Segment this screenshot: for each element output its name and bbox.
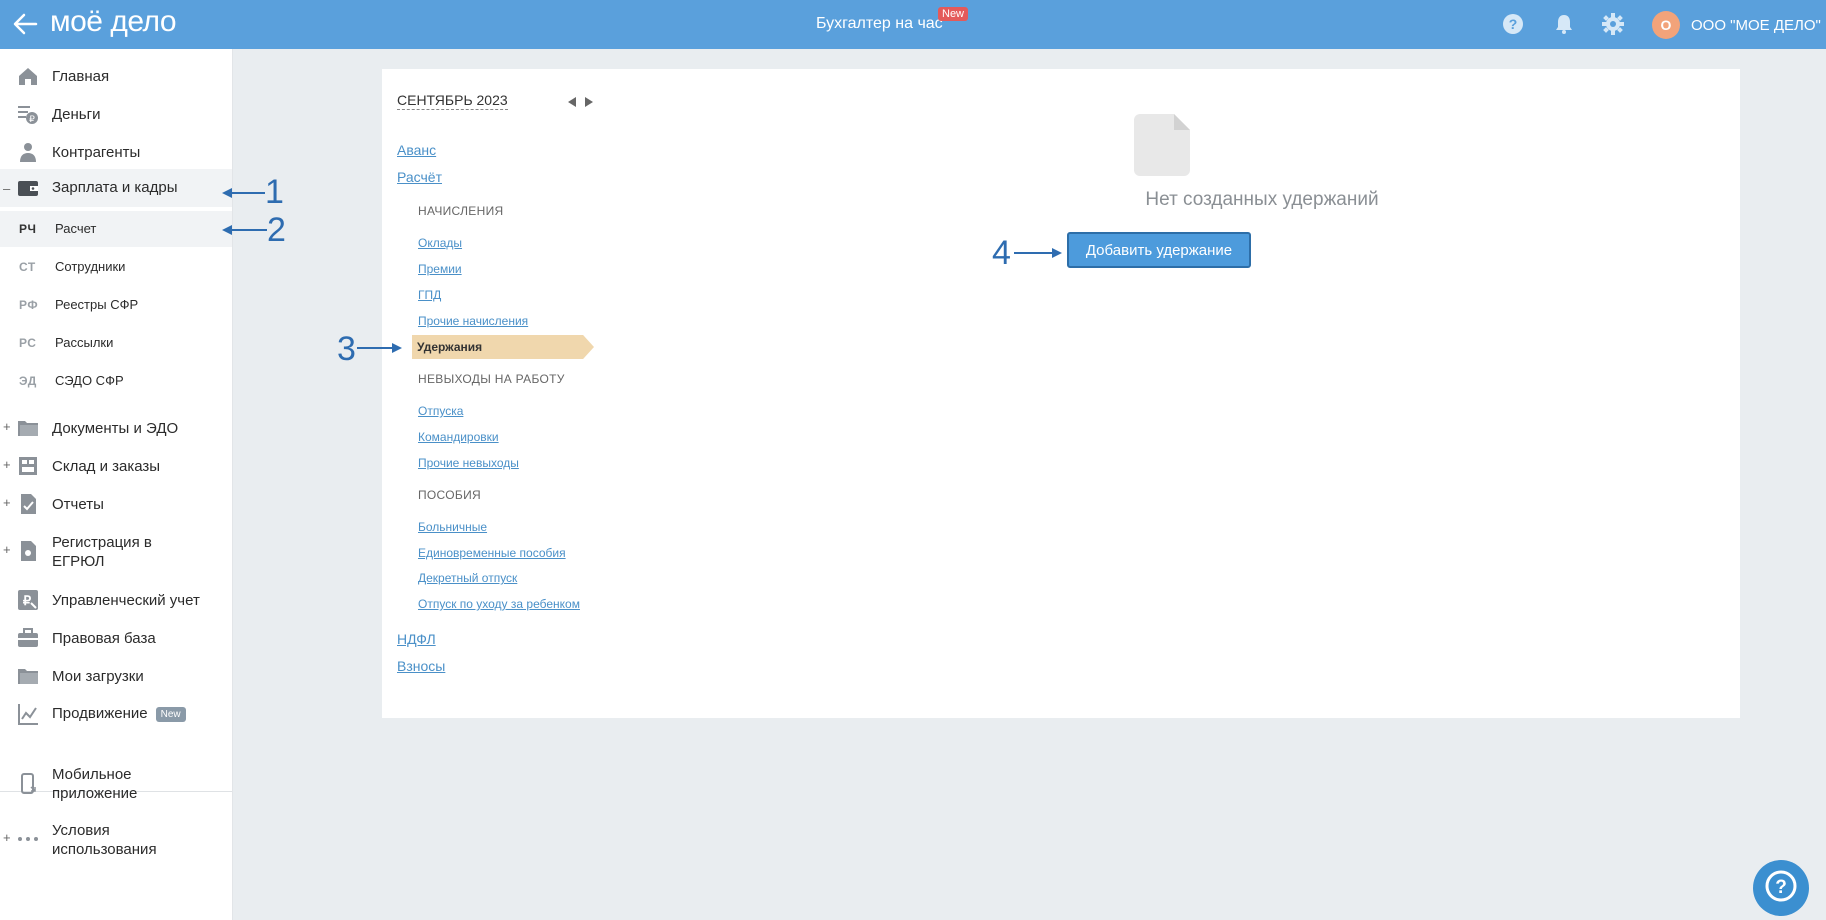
svg-text:?: ? — [1775, 877, 1787, 898]
help-chat-button[interactable]: ? — [1753, 860, 1809, 916]
annotation-arrows — [222, 188, 1062, 353]
question-icon: ? — [1764, 869, 1798, 908]
